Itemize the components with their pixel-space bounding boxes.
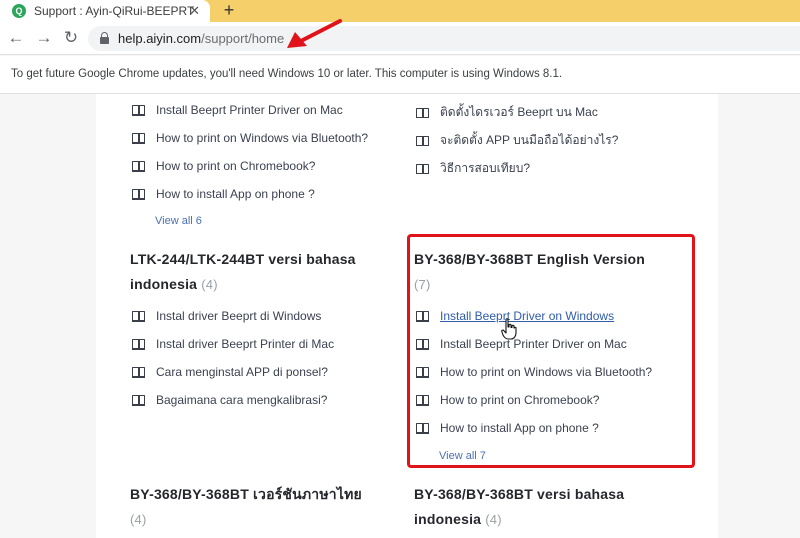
book-icon xyxy=(132,339,145,350)
article-count: (4) xyxy=(130,512,147,527)
article-link[interactable]: How to print on Windows via Bluetooth? xyxy=(132,131,368,145)
new-tab-button[interactable]: + xyxy=(218,0,240,22)
info-message: To get future Google Chrome updates, you… xyxy=(11,68,563,80)
section-title-by368-indonesia[interactable]: BY-368/BY-368BT versi bahasa indonesia (4… xyxy=(414,482,624,532)
article-link[interactable]: Bagaimana cara mengkalibrasi? xyxy=(132,393,327,407)
article-link[interactable]: How to print on Chromebook? xyxy=(132,159,315,173)
book-icon xyxy=(132,311,145,322)
book-icon xyxy=(416,135,429,146)
browser-toolbar: ← → ↻ help.aiyin.com/support/home xyxy=(0,22,800,55)
close-tab-icon[interactable]: ✕ xyxy=(189,3,200,19)
reload-button[interactable]: ↻ xyxy=(59,26,83,50)
book-icon xyxy=(132,161,145,172)
article-link[interactable]: จะติดตั้ง APP บนมือถือได้อย่างไร? xyxy=(416,131,618,150)
article-count: (4) xyxy=(201,277,218,292)
book-icon xyxy=(132,189,145,200)
address-bar[interactable]: help.aiyin.com/support/home xyxy=(88,26,800,51)
book-icon xyxy=(132,395,145,406)
view-all-link[interactable]: View all 6 xyxy=(155,215,202,227)
article-link[interactable]: ติดตั้งไดรเวอร์ Beeprt บน Mac xyxy=(416,103,598,122)
section-title-by368-thai[interactable]: BY-368/BY-368BT เวอร์ชันภาษาไทย (4) xyxy=(130,482,362,532)
section-title-ltk[interactable]: LTK-244/LTK-244BT versi bahasa indonesia … xyxy=(130,247,356,297)
article-link[interactable]: How to install App on phone ? xyxy=(132,187,315,201)
red-arrow-annotation xyxy=(287,19,342,48)
favicon-icon: Q xyxy=(12,4,26,18)
article-link[interactable]: Instal driver Beeprt Printer di Mac xyxy=(132,337,334,351)
hand-cursor-icon xyxy=(501,318,517,340)
book-icon xyxy=(132,367,145,378)
browser-tab[interactable]: Q Support : Ayin-QiRui-BEEPRT ✕ xyxy=(0,0,210,22)
red-highlight-box xyxy=(407,234,695,468)
article-link[interactable]: Install Beeprt Printer Driver on Mac xyxy=(132,103,343,117)
book-icon xyxy=(416,107,429,118)
article-link[interactable]: Cara menginstal APP di ponsel? xyxy=(132,365,328,379)
update-info-bar: To get future Google Chrome updates, you… xyxy=(0,56,800,94)
forward-button[interactable]: → xyxy=(32,26,56,50)
book-icon xyxy=(132,105,145,116)
book-icon xyxy=(132,133,145,144)
url-text: help.aiyin.com/support/home xyxy=(118,31,285,46)
tab-strip: Q Support : Ayin-QiRui-BEEPRT ✕ + xyxy=(0,0,800,22)
lock-icon[interactable] xyxy=(100,32,109,44)
article-count: (4) xyxy=(485,512,502,527)
article-link[interactable]: วิธีการสอบเทียบ? xyxy=(416,159,530,178)
book-icon xyxy=(416,163,429,174)
article-link[interactable]: Instal driver Beeprt di Windows xyxy=(132,309,321,323)
tab-title: Support : Ayin-QiRui-BEEPRT xyxy=(34,4,195,18)
back-button[interactable]: ← xyxy=(4,26,28,50)
